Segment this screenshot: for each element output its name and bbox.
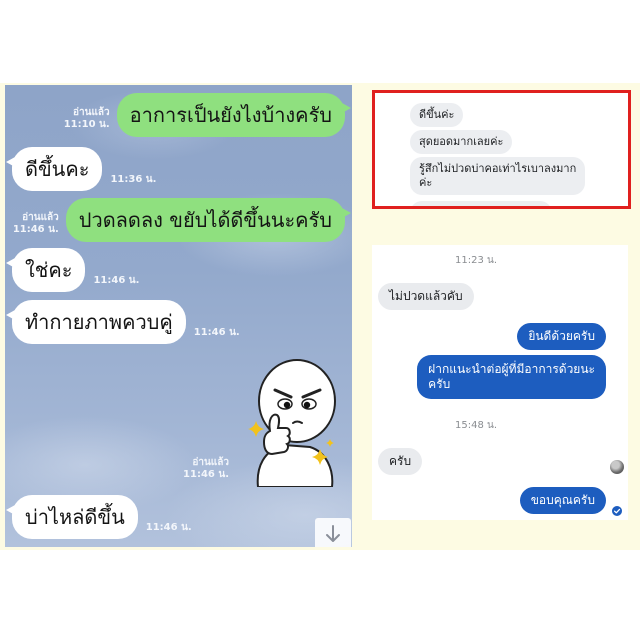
sparkle-icon [326,439,334,447]
incoming-message-bubble[interactable]: ครับ [378,448,423,475]
sparkle-icon [248,421,264,437]
message-time: 11:10 น. [63,119,110,130]
chat-timestamp: 11:23 น. [454,255,497,266]
message-row-outgoing: อ่านแล้ว 11:10 น. อาการเป็นยังไงบ้างครับ [64,93,352,137]
message-text-line: รู้สึกไม่ปวดบ่าคอเท่าไรเบาลงมาก [419,162,577,175]
moon-thumbs-up-sticker[interactable] [240,355,337,487]
message-text: ขอบคุณครับ [530,493,595,507]
messenger-chat-panel: 11:23 น. ไม่ปวดแล้วคับ ยินดีด้วยครับ ฝาก… [372,245,628,520]
incoming-message-bubble[interactable]: ดีขึ้นค่ะ [410,103,464,127]
message-row-outgoing: อ่านแล้ว 11:46 น. ปวดลดลง ขยับได้ดีขึ้นน… [13,198,352,242]
outgoing-message-bubble[interactable]: ขอบคุณครับ [519,487,606,514]
incoming-message-bubble[interactable]: ทำกายภาพควบคู่ [6,300,186,344]
message-text-line: ครับ [428,377,451,391]
message-text: สุดยอดมากเลยค่ะ [419,135,504,148]
incoming-message-bubble[interactable]: ไม่ปวดแล้วคับ [378,283,474,310]
message-meta: อ่านแล้ว 11:46 น. [13,212,59,236]
message-meta: อ่านแล้ว 11:46 น. [181,457,229,481]
arrow-down-icon [326,525,340,542]
highlighted-chat-panel: ดีขึ้นค่ะ สุดยอดมากเลยค่ะ รู้สึกไม่ปวดบ่… [372,90,631,209]
delivered-check-icon [612,506,622,516]
outgoing-message-bubble[interactable]: ฝากแนะนำต่อผู้ที่มีอาการด้วยนะ ครับ [417,355,606,399]
message-text: ดีขึ้นค่ะ [419,108,455,121]
message-meta: อ่านแล้ว 11:10 น. [64,107,110,131]
message-time: 11:46 น. [193,327,240,338]
message-row-incoming: บ่าไหล่ดีขึ้น 11:46 น. [6,495,192,539]
outgoing-message-bubble[interactable]: อาการเป็นยังไงบ้างครับ [116,93,352,137]
outgoing-message-bubble[interactable]: ปวดลดลง ขยับได้ดีขึ้นนะครับ [65,198,352,242]
message-time: 11:46 น. [183,469,229,480]
incoming-message-bubble[interactable]: บ่าไหล่ดีขึ้น [6,495,138,539]
incoming-message-bubble[interactable]: สุดยอดมากเลยค่ะ [410,130,513,154]
message-text-line: ค่ะ [419,176,433,189]
outgoing-message-bubble[interactable]: ยินดีด้วยครับ [517,323,606,350]
message-row-incoming: ดีขึ้นคะ 11:36 น. [5,147,157,191]
read-status: อ่านแล้ว [192,457,229,468]
message-row-incoming: ทำกายภาพควบคู่ 11:46 น. [6,300,240,344]
incoming-message-bubble[interactable]: ใช่คะ [5,248,86,292]
line-chat-panel: อ่านแล้ว 11:10 น. อาการเป็นยังไงบ้างครับ… [5,85,352,547]
scroll-to-bottom-button[interactable] [315,518,351,547]
message-text-line: ฝากแนะนำต่อผู้ที่มีอาการด้วยนะ [428,362,595,376]
message-time: 11:46 น. [93,275,140,286]
message-text: ยินดีด้วยครับ [528,329,595,343]
message-text: ครับ [389,454,412,468]
message-time: 11:46 น. [145,522,192,533]
read-status: อ่านแล้ว [73,107,110,118]
incoming-message-bubble-partial [410,201,552,206]
message-time: 11:46 น. [12,224,59,235]
message-row-incoming: ใช่คะ 11:46 น. [5,248,140,292]
incoming-message-bubble[interactable]: ดีขึ้นคะ [5,147,103,191]
message-text: ไม่ปวดแล้วคับ [389,289,463,303]
message-time: 11:36 น. [110,174,157,185]
contact-avatar[interactable] [610,460,624,474]
incoming-message-bubble[interactable]: รู้สึกไม่ปวดบ่าคอเท่าไรเบาลงมาก ค่ะ [410,157,586,195]
chat-timestamp: 15:48 น. [454,420,497,431]
read-status: อ่านแล้ว [22,212,59,223]
